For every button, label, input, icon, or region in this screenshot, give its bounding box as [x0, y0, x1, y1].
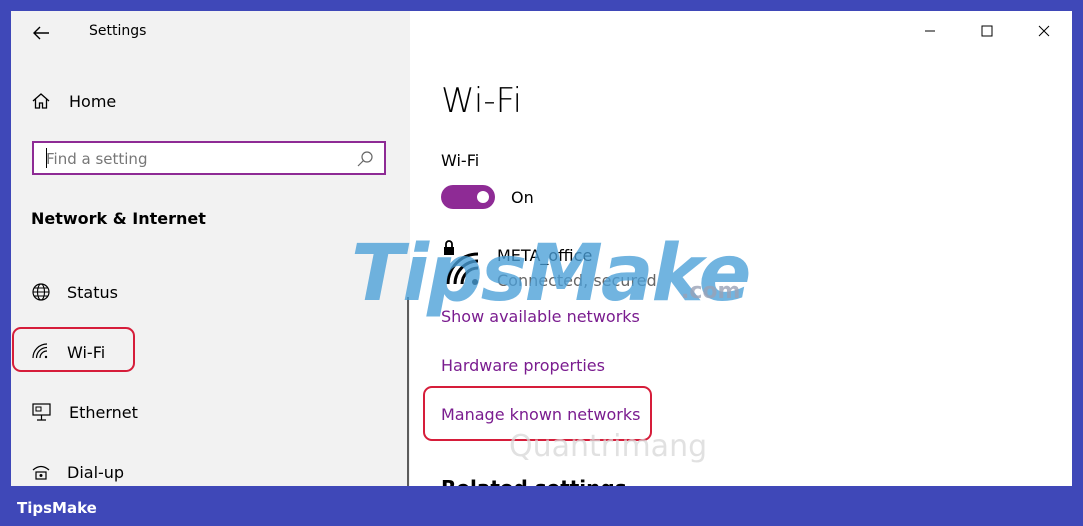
toggle-state-label: On [511, 188, 534, 207]
back-button[interactable] [29, 21, 53, 45]
minimize-icon [924, 30, 935, 32]
sidebar-item-label: Dial-up [67, 462, 125, 482]
sidebar-item-label: Ethernet [69, 402, 138, 422]
sidebar-item-label: Status [67, 282, 118, 302]
wifi-icon [32, 343, 48, 359]
network-name: META_office [497, 246, 593, 265]
network-entry[interactable] [441, 239, 487, 289]
sidebar-item-dialup[interactable]: Dial-up [31, 458, 124, 486]
search-icon[interactable] [356, 150, 374, 168]
maximize-icon [981, 25, 992, 37]
ethernet-icon [32, 403, 51, 421]
sidebar-item-label: Wi-Fi [67, 342, 106, 362]
sidebar-item-wifi[interactable]: Wi-Fi [31, 338, 105, 366]
search-box[interactable] [32, 141, 386, 175]
show-available-networks-link[interactable]: Show available networks [441, 307, 640, 326]
sidebar-scrollbar[interactable] [407, 297, 409, 486]
dialup-icon [32, 465, 50, 480]
app-title: Settings [89, 23, 147, 39]
settings-window: Settings Home Network & Internet Status [11, 11, 1072, 486]
manage-known-networks-link[interactable]: Manage known networks [441, 405, 640, 424]
minimize-button[interactable] [901, 11, 958, 51]
page-title: Wi-Fi [441, 81, 523, 121]
close-icon [1038, 25, 1049, 37]
back-arrow-icon [33, 26, 49, 40]
sidebar-item-ethernet[interactable]: Ethernet [31, 398, 138, 426]
home-nav-item[interactable]: Home [31, 91, 116, 111]
wifi-toggle[interactable] [441, 185, 495, 209]
close-button[interactable] [1015, 11, 1072, 51]
section-title: Network & Internet [31, 209, 206, 228]
footer-brand: TipsMake [17, 499, 97, 517]
home-label: Home [69, 91, 117, 111]
globe-icon [32, 283, 50, 301]
search-input[interactable] [44, 143, 348, 175]
sidebar-item-status[interactable]: Status [31, 278, 118, 306]
main-content: Wi-Fi Wi-Fi On META_office Connected, se… [410, 11, 1072, 486]
sidebar: Settings Home Network & Internet Status [11, 11, 410, 486]
related-settings-heading: Related settings [441, 476, 627, 486]
secured-wifi-icon [444, 240, 479, 285]
window-controls [901, 11, 1072, 51]
home-icon [32, 93, 50, 109]
maximize-button[interactable] [958, 11, 1015, 51]
network-status: Connected, secured [497, 271, 657, 290]
wifi-toggle-label: Wi-Fi [441, 151, 480, 170]
hardware-properties-link[interactable]: Hardware properties [441, 356, 605, 375]
toggle-knob [477, 191, 489, 203]
